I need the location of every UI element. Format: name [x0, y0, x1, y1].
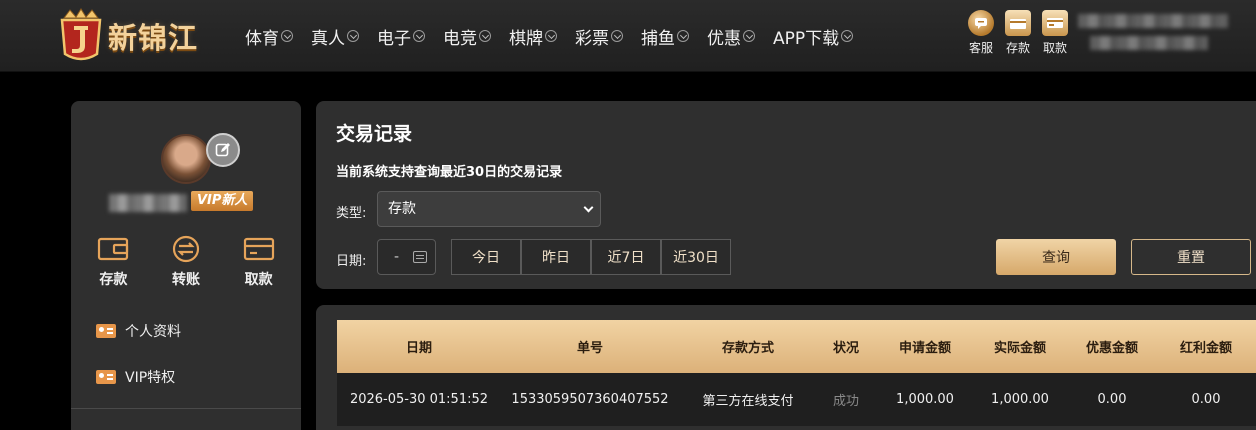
nav-item-app-download[interactable]: APP下载 — [773, 24, 854, 49]
sidebar-deposit-button[interactable]: 存款 — [83, 235, 143, 289]
table-header: 日期 单号 存款方式 状况 申请金额 实际金额 优惠金额 红利金额 — [337, 320, 1256, 373]
avatar — [161, 134, 211, 184]
top-header: 新锦江 体育 真人 电子 电竞 棋牌 彩票 捕鱼 优惠 APP下载 客服 存款 … — [0, 0, 1256, 72]
account-sidebar: VIP新人 存款 转账 取款 个人资料 VIP特权 — [71, 101, 301, 430]
column-bonus-amount: 优惠金额 — [1085, 341, 1138, 356]
chevron-down-icon — [281, 30, 293, 42]
date-label: 日期: — [336, 254, 367, 269]
id-card-icon — [96, 324, 116, 338]
column-order-number: 单号 — [576, 341, 603, 356]
cell-bonus-amount: 0.00 — [1097, 392, 1127, 407]
range-today-button[interactable]: 今日 — [451, 239, 521, 275]
vip-level-badge: VIP新人 — [191, 191, 254, 211]
main-nav: 体育 真人 电子 电竞 棋牌 彩票 捕鱼 优惠 APP下载 — [245, 0, 871, 72]
chevron-down-icon — [479, 30, 491, 42]
cell-dividend-amount: 0.00 — [1191, 392, 1221, 407]
nav-item-promotions[interactable]: 优惠 — [707, 24, 755, 49]
column-requested-amount: 申请金额 — [898, 341, 951, 356]
column-date: 日期 — [405, 341, 432, 356]
transaction-table-panel: 日期 单号 存款方式 状况 申请金额 实际金额 优惠金额 红利金额 2026-0… — [316, 305, 1256, 430]
column-actual-amount: 实际金额 — [993, 341, 1046, 356]
sidebar-withdraw-button[interactable]: 取款 — [229, 235, 289, 289]
chevron-down-icon — [611, 30, 623, 42]
sidebar-divider — [71, 408, 301, 409]
redacted-username — [109, 194, 187, 212]
chat-icon — [968, 10, 994, 36]
card-icon — [1042, 10, 1068, 36]
chevron-down-icon — [545, 30, 557, 42]
sidebar-quick-actions: 存款 转账 取款 — [71, 235, 301, 289]
cell-order-number: 1533059507360407552 — [511, 392, 669, 407]
nav-item-sports[interactable]: 体育 — [245, 24, 293, 49]
nav-item-esports[interactable]: 电竞 — [443, 24, 491, 49]
cell-actual-amount: 1,000.00 — [991, 392, 1049, 407]
page-subtitle: 当前系统支持查询最近30日的交易记录 — [336, 165, 563, 180]
cell-requested-amount: 1,000.00 — [896, 392, 954, 407]
column-dividend-amount: 红利金额 — [1179, 341, 1232, 356]
column-status: 状况 — [832, 341, 859, 356]
nav-item-slots[interactable]: 电子 — [377, 24, 425, 49]
nav-item-cards[interactable]: 棋牌 — [509, 24, 557, 49]
cell-status: 成功 — [832, 394, 859, 409]
sidebar-item-vip[interactable]: VIP特权 — [96, 367, 175, 387]
logo-text: 新锦江 — [108, 21, 199, 55]
chevron-down-icon — [841, 30, 854, 42]
table-row: 2026-05-30 01:51:52 1533059507360407552 … — [337, 373, 1256, 426]
sidebar-item-profile[interactable]: 个人资料 — [96, 321, 181, 341]
type-select[interactable]: 存款 — [377, 191, 601, 227]
edit-avatar-button[interactable] — [206, 133, 240, 167]
edit-icon — [215, 143, 230, 157]
site-logo[interactable]: 新锦江 — [56, 6, 226, 66]
logo-crown-icon — [56, 8, 106, 64]
range-7-days-button[interactable]: 近7日 — [591, 239, 661, 275]
chevron-down-icon — [413, 30, 425, 42]
reset-button[interactable]: 重置 — [1131, 239, 1251, 275]
transaction-filter-panel: 交易记录 当前系统支持查询最近30日的交易记录 类型: 存款 日期: - 今日 … — [316, 101, 1256, 289]
chevron-down-icon — [677, 30, 689, 42]
nav-item-live[interactable]: 真人 — [311, 24, 359, 49]
vip-card-icon — [96, 370, 116, 384]
header-withdraw[interactable]: 取款 — [1038, 10, 1072, 56]
nav-item-lottery[interactable]: 彩票 — [575, 24, 623, 49]
redacted-account-balance — [1090, 36, 1208, 50]
query-button[interactable]: 查询 — [996, 239, 1116, 275]
cell-date: 2026-05-30 01:51:52 — [349, 392, 489, 407]
wallet-icon — [98, 237, 129, 261]
sidebar-transfer-button[interactable]: 转账 — [156, 235, 216, 289]
date-range-input[interactable]: - — [377, 239, 436, 275]
chevron-down-icon — [583, 202, 594, 213]
range-30-days-button[interactable]: 近30日 — [661, 239, 731, 275]
chevron-down-icon — [347, 30, 359, 42]
chevron-down-icon — [743, 30, 755, 42]
header-deposit[interactable]: 存款 — [1001, 10, 1035, 56]
redacted-account-info — [1078, 14, 1228, 28]
page-title: 交易记录 — [336, 123, 413, 145]
range-yesterday-button[interactable]: 昨日 — [521, 239, 591, 275]
nav-item-fishing[interactable]: 捕鱼 — [641, 24, 689, 49]
wallet-icon — [1005, 10, 1031, 36]
header-customer-service[interactable]: 客服 — [964, 10, 998, 56]
transfer-icon — [172, 235, 200, 263]
card-icon — [243, 237, 274, 261]
column-deposit-method: 存款方式 — [721, 341, 774, 356]
calendar-icon — [413, 251, 427, 263]
cell-deposit-method: 第三方在线支付 — [702, 394, 794, 409]
transaction-table: 日期 单号 存款方式 状况 申请金额 实际金额 优惠金额 红利金额 2026-0… — [337, 320, 1256, 426]
type-label: 类型: — [336, 206, 367, 221]
